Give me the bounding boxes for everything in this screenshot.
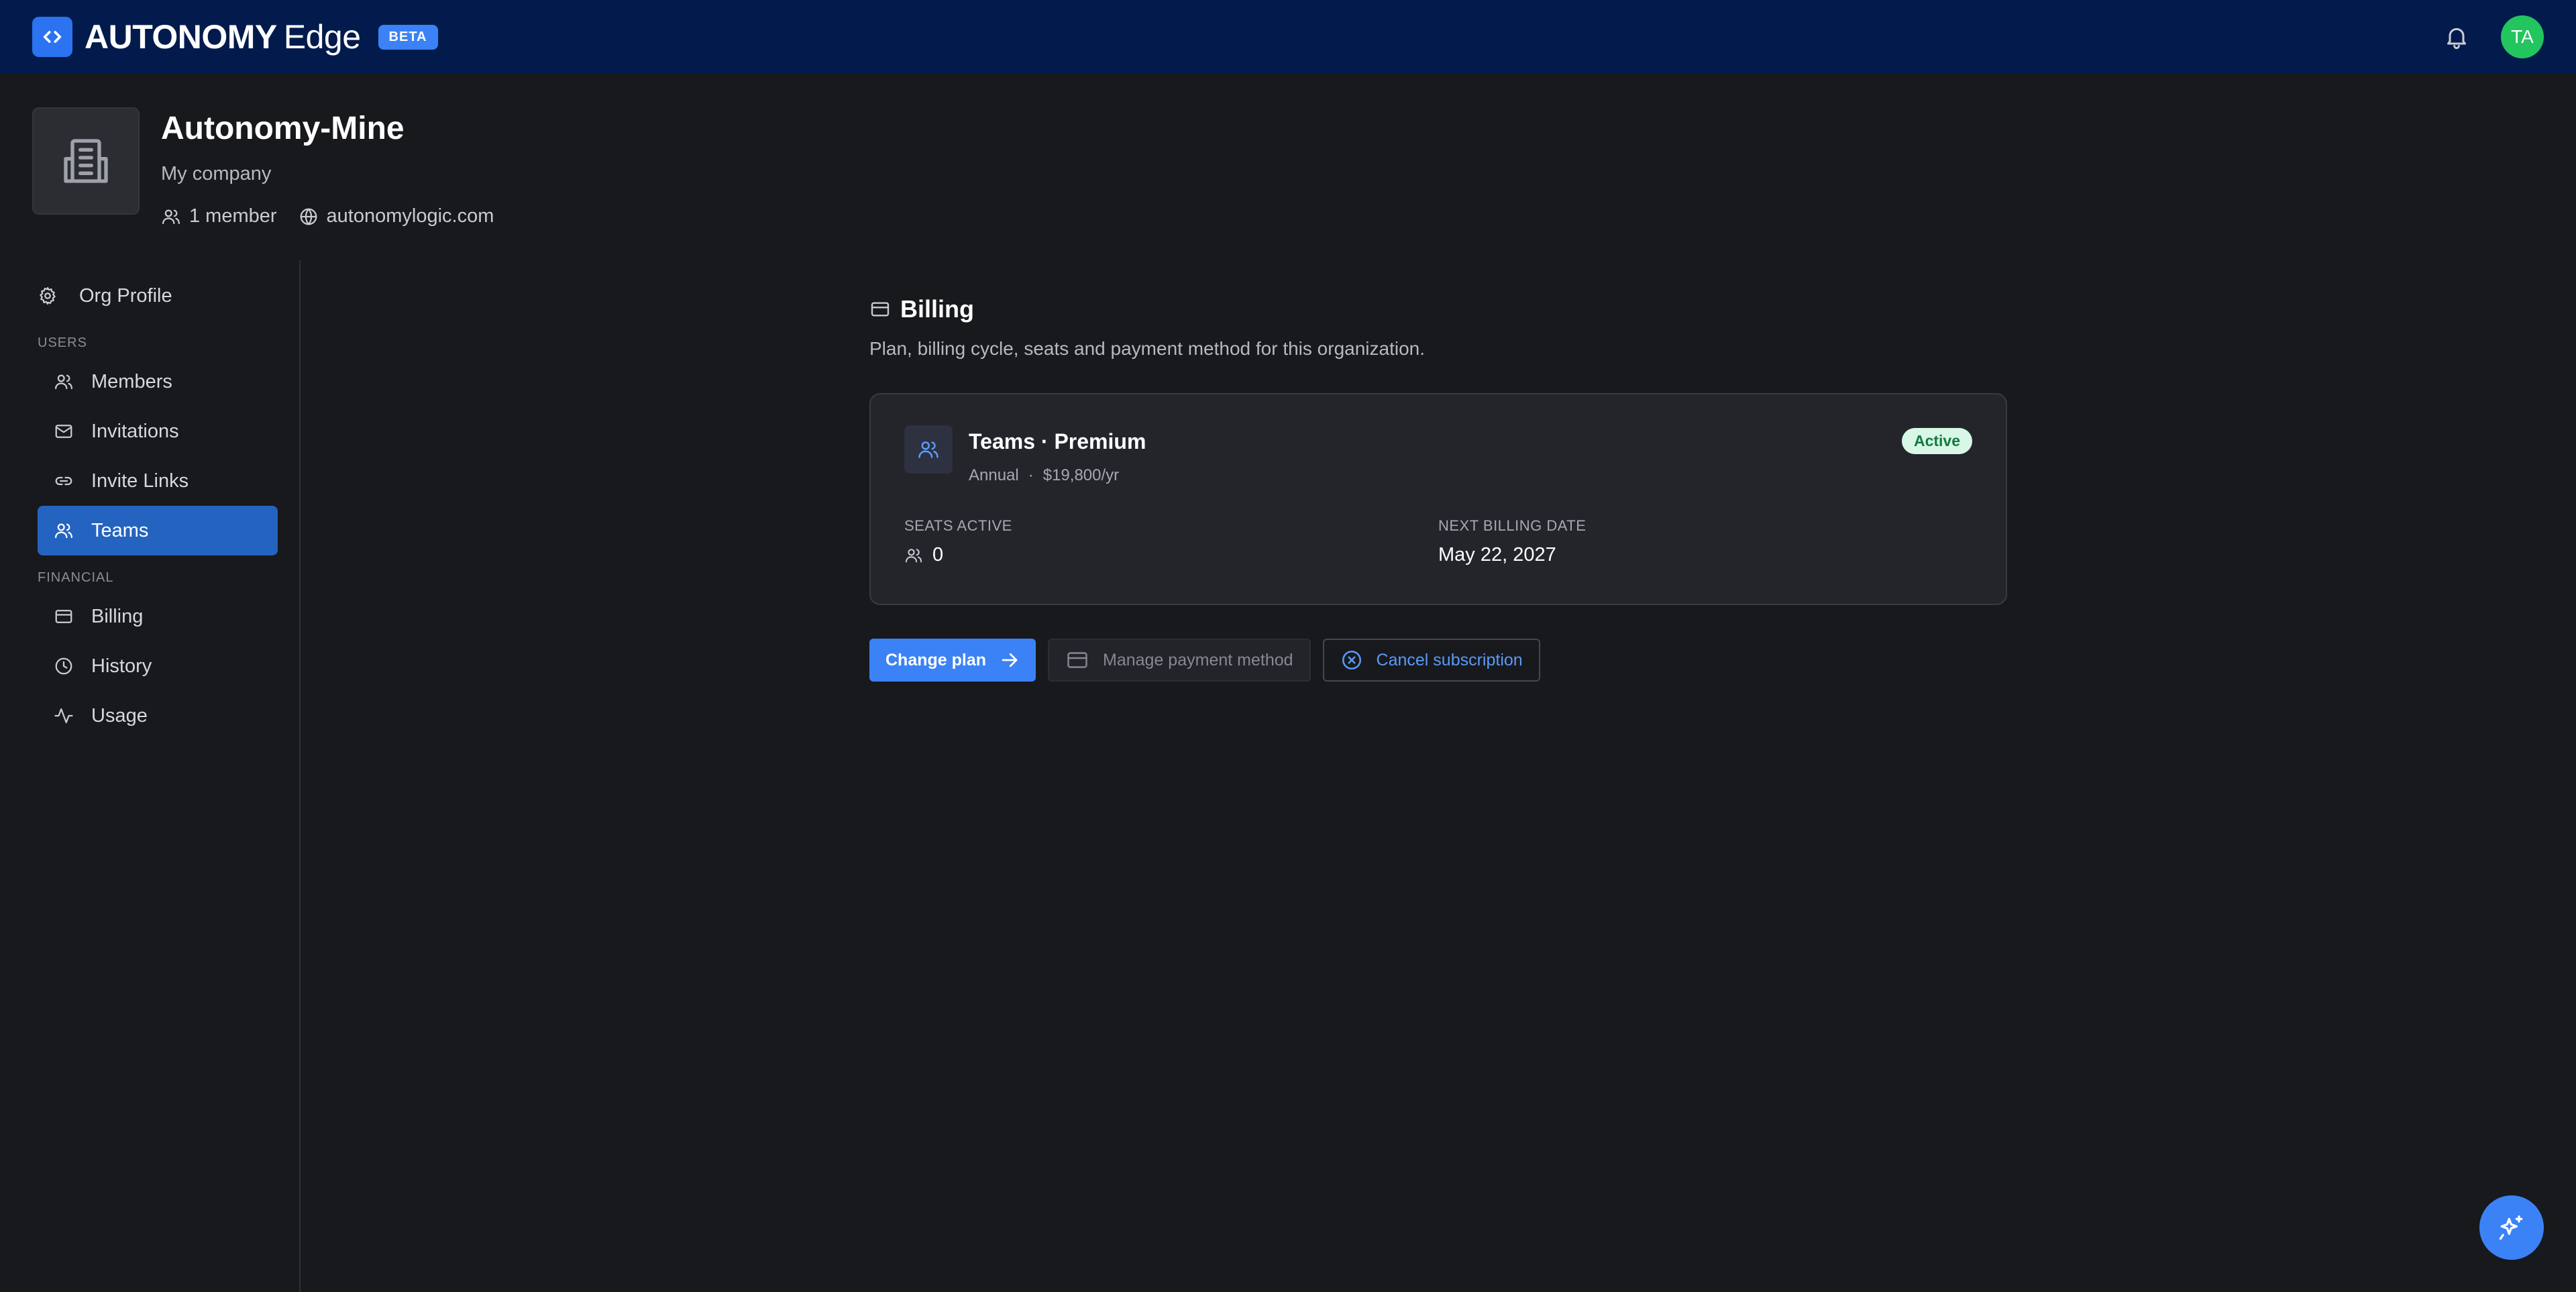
- org-name: Autonomy-Mine: [161, 111, 405, 146]
- plan-card: Teams · Premium Annual · $19,800/yr Acti…: [869, 393, 2007, 605]
- users-icon: [904, 425, 953, 474]
- assistant-fab-button[interactable]: [2479, 1195, 2544, 1260]
- credit-card-icon: [1065, 648, 1089, 672]
- stat-label: SEATS ACTIVE: [904, 517, 1012, 534]
- sidebar-section-financial: FINANCIAL: [38, 570, 114, 585]
- users-icon: [161, 207, 181, 227]
- status-badge: Active: [1901, 428, 1972, 454]
- sidebar-item-invite-links[interactable]: Invite Links: [38, 456, 278, 506]
- avatar[interactable]: TA: [2501, 15, 2544, 58]
- globe-icon: [299, 207, 319, 227]
- domain-text: autonomylogic.com: [326, 205, 494, 227]
- link-icon: [54, 471, 74, 491]
- separator: ·: [1028, 466, 1034, 484]
- activity-icon: [54, 706, 74, 726]
- org-domain: autonomylogic.com: [299, 205, 494, 227]
- sidebar-item-label: Invite Links: [91, 470, 189, 492]
- credit-card-icon: [54, 606, 74, 627]
- close-circle-icon: [1340, 649, 1363, 671]
- billing-heading: Billing: [869, 295, 2007, 323]
- button-label: Manage payment method: [1103, 650, 1293, 669]
- sidebar-item-label: Invitations: [91, 420, 179, 442]
- org-members: 1 member: [161, 205, 277, 227]
- sidebar-item-usage[interactable]: Usage: [38, 691, 278, 741]
- members-count: 1 member: [189, 205, 277, 227]
- manage-payment-button[interactable]: Manage payment method: [1048, 639, 1311, 682]
- sidebar-item-teams[interactable]: Teams: [38, 506, 278, 555]
- stat-value: May 22, 2027: [1438, 544, 1556, 566]
- billing-cycle: Annual: [969, 466, 1019, 484]
- sidebar-item-label: Usage: [91, 704, 148, 726]
- brand-name: AUTONOMY Edge: [85, 17, 361, 56]
- sidebar-section-users: USERS: [38, 335, 87, 350]
- brand-main: AUTONOMY: [85, 18, 277, 56]
- button-label: Cancel subscription: [1376, 650, 1523, 669]
- beta-badge: BETA: [378, 24, 438, 50]
- plan-price: $19,800/yr: [1042, 466, 1120, 484]
- sidebar: Org Profile USERS Members Invitations In…: [0, 260, 301, 1292]
- sidebar-item-invitations[interactable]: Invitations: [38, 407, 278, 456]
- credit-card-icon: [869, 299, 891, 320]
- sidebar-item-label: Org Profile: [79, 284, 172, 307]
- sparkles-icon: [2497, 1213, 2526, 1242]
- plan-cycle: Annual · $19,800/yr: [969, 466, 1146, 485]
- brand[interactable]: AUTONOMY Edge BETA: [32, 17, 438, 57]
- code-brackets-icon: [32, 17, 72, 57]
- seats-active-stat: SEATS ACTIVE 0: [904, 517, 1438, 566]
- sidebar-item-history[interactable]: History: [38, 641, 278, 691]
- stat-label: NEXT BILLING DATE: [1438, 517, 1587, 534]
- button-label: Change plan: [885, 650, 987, 669]
- sidebar-item-members[interactable]: Members: [38, 357, 278, 407]
- mail-icon: [54, 421, 74, 441]
- users-icon: [904, 546, 923, 565]
- arrow-right-icon: [1000, 650, 1020, 670]
- users-icon: [54, 521, 74, 541]
- next-billing-stat: NEXT BILLING DATE May 22, 2027: [1438, 517, 1972, 566]
- top-bar: AUTONOMY Edge BETA TA: [0, 0, 2576, 74]
- sidebar-item-label: Billing: [91, 605, 144, 627]
- billing-panel: Billing Plan, billing cycle, seats and p…: [869, 295, 2007, 682]
- clock-icon: [54, 656, 74, 676]
- building-icon: [32, 107, 140, 215]
- billing-actions: Change plan Manage payment method Cancel…: [869, 639, 2007, 682]
- cancel-subscription-button[interactable]: Cancel subscription: [1322, 639, 1540, 682]
- plan-name: Teams · Premium: [969, 429, 1146, 453]
- stat-value: 0: [932, 544, 944, 566]
- change-plan-button[interactable]: Change plan: [869, 639, 1036, 682]
- sidebar-item-label: History: [91, 655, 152, 677]
- sidebar-item-org-profile[interactable]: Org Profile: [38, 271, 278, 321]
- org-header: Autonomy-Mine My company 1 member autono…: [32, 107, 494, 227]
- gear-icon: [38, 286, 58, 306]
- brand-sub: Edge: [283, 18, 361, 56]
- bell-icon[interactable]: [2443, 23, 2470, 50]
- page-title: Billing: [900, 295, 974, 323]
- sidebar-item-billing[interactable]: Billing: [38, 592, 278, 641]
- sidebar-item-label: Teams: [91, 519, 149, 541]
- users-icon: [54, 372, 74, 392]
- page-description: Plan, billing cycle, seats and payment m…: [869, 338, 1426, 359]
- sidebar-item-label: Members: [91, 370, 172, 392]
- org-subtitle: My company: [161, 163, 272, 184]
